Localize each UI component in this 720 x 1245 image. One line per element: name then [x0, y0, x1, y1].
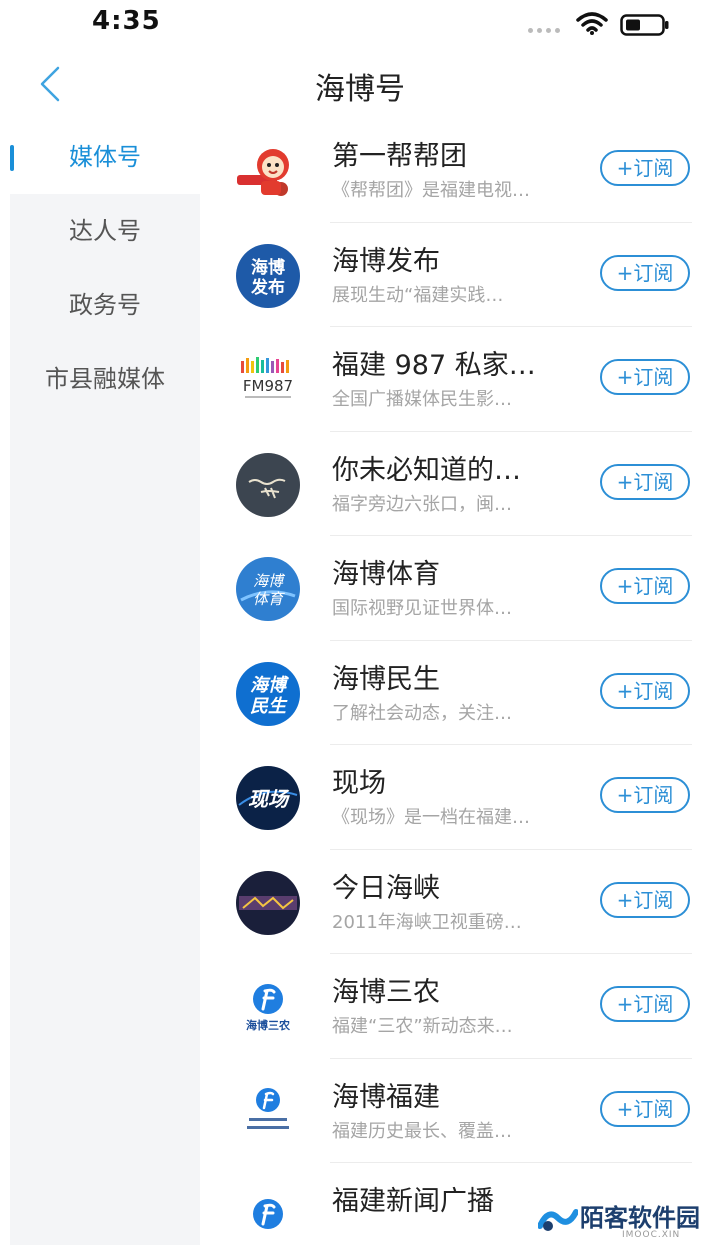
category-sidebar: 媒体号 达人号 政务号 市县融媒体 [10, 120, 200, 1245]
watermark: 陌客软件园 IMOOC.XIN [538, 1198, 708, 1242]
account-title: 今日海峡 [332, 872, 440, 904]
account-title: 海博发布 [332, 245, 440, 277]
haibo-fujian-logo [228, 1079, 308, 1145]
sidebar-item-county-media[interactable]: 市县融媒体 [10, 342, 200, 416]
fm987-logo: FM987 [228, 347, 308, 413]
subscribe-button[interactable]: +订阅 [600, 568, 690, 604]
account-desc: 福字旁边六张口，闽… [332, 493, 512, 515]
subscribe-button[interactable]: +订阅 [600, 150, 690, 186]
signal-dots-icon [528, 28, 564, 34]
account-title: 你未必知道的… [332, 454, 521, 486]
account-desc: 展现生动“福建实践… [332, 284, 504, 306]
logo-text: 海博三农 [246, 1018, 290, 1032]
subscribe-button[interactable]: +订阅 [600, 672, 690, 709]
account-row[interactable]: 海博 发布 海博发布 展现生动“福建实践… +订阅 [200, 223, 720, 327]
account-title: 海博民生 [332, 663, 440, 695]
account-list: 第一帮帮团 《帮帮团》是福建电视… +订阅 海博 发布 海博发布 展现生动“福建… [200, 118, 720, 1245]
subscribe-button[interactable]: +订阅 [600, 1090, 690, 1127]
logo-text: FM987 [243, 377, 293, 395]
account-row[interactable]: 今日海峡 2011年海峡卫视重磅… +订阅 [200, 850, 720, 954]
account-title: 海博三农 [332, 977, 440, 1008]
watermark-text: 陌客软件园 [580, 1203, 700, 1232]
logo-text: 现场 [248, 787, 290, 811]
subscribe-button[interactable]: +订阅 [600, 359, 690, 395]
subscribe-button[interactable]: +订阅 [600, 777, 690, 813]
subscribe-button[interactable]: +订阅 [600, 463, 690, 500]
xianchang-logo: 现场 [228, 765, 308, 831]
logo-text: 体育 [253, 590, 285, 608]
nav-header: 海博号 [0, 50, 720, 120]
account-desc: 2011年海峡卫视重磅… [332, 911, 522, 933]
sidebar-item-label: 达人号 [69, 217, 141, 245]
haibo-sannong-logo: 海博三农 [228, 974, 308, 1040]
haibo-minsheng-logo: 海博 民生 [228, 661, 308, 727]
battery-icon [620, 14, 669, 36]
account-row[interactable]: 海博福建 福建历史最长、覆盖… +订阅 [200, 1059, 720, 1163]
account-desc: 了解社会动态，关注… [332, 702, 512, 724]
active-indicator [10, 145, 14, 171]
wifi-icon [576, 12, 608, 35]
account-desc: 福建“三农”新动态来… [332, 1016, 513, 1037]
watermark-logo-icon [538, 1209, 578, 1231]
account-row[interactable]: FM987 福建 987 私家… 全国广播媒体民生影… +订阅 [200, 327, 720, 432]
account-title: 海博福建 [332, 1081, 440, 1113]
account-desc: 全国广播媒体民生影… [332, 389, 512, 410]
subscribe-button[interactable]: +订阅 [600, 254, 690, 291]
sidebar-item-label: 媒体号 [69, 143, 141, 171]
subscribe-button[interactable]: +订阅 [600, 986, 690, 1022]
fujian-news-radio-logo [228, 1183, 308, 1245]
bangbangtuan-mascot-icon [228, 138, 308, 204]
logo-text: 海博 [250, 675, 289, 696]
logo-text: 海博 [251, 257, 285, 278]
subscribe-button[interactable]: +订阅 [600, 881, 690, 918]
account-desc: 《帮帮团》是福建电视… [332, 180, 530, 201]
jinri-haixia-logo [228, 870, 308, 936]
sidebar-item-label: 政务号 [69, 291, 141, 319]
status-bar: 4:35 [0, 0, 720, 50]
haibo-fabu-logo: 海博 发布 [228, 243, 308, 309]
sidebar-item-influencer[interactable]: 达人号 [10, 194, 200, 268]
sidebar-item-government[interactable]: 政务号 [10, 268, 200, 342]
page-title: 海博号 [315, 72, 405, 107]
account-title: 现场 [332, 768, 386, 799]
fujian-calligraphy-logo [228, 452, 308, 518]
account-desc: 《现场》是一档在福建… [332, 807, 530, 828]
account-desc: 福建历史最长、覆盖… [332, 1120, 512, 1142]
status-time: 4:35 [92, 6, 161, 36]
account-row[interactable]: 你未必知道的… 福字旁边六张口，闽… +订阅 [200, 432, 720, 536]
account-row[interactable]: 海博三农 海博三农 福建“三农”新动态来… +订阅 [200, 954, 720, 1059]
watermark-subtext: IMOOC.XIN [622, 1230, 681, 1240]
sidebar-item-label: 市县融媒体 [45, 365, 165, 393]
account-row[interactable]: 现场 现场 《现场》是一档在福建… +订阅 [200, 745, 720, 850]
account-title: 福建 987 私家… [332, 350, 536, 381]
account-desc: 国际视野见证世界体… [332, 598, 512, 619]
logo-text: 民生 [250, 696, 288, 717]
sidebar-item-media[interactable]: 媒体号 [10, 120, 200, 194]
account-title: 海博体育 [332, 559, 440, 590]
account-row[interactable]: 海博 体育 海博体育 国际视野见证世界体… +订阅 [200, 536, 720, 641]
logo-text: 发布 [250, 277, 285, 298]
logo-text: 海博 [253, 572, 286, 590]
account-row[interactable]: 第一帮帮团 《帮帮团》是福建电视… +订阅 [200, 118, 720, 223]
account-row[interactable]: 海博 民生 海博民生 了解社会动态，关注… +订阅 [200, 641, 720, 745]
haibo-tiyu-logo: 海博 体育 [228, 556, 308, 622]
account-title: 第一帮帮团 [332, 141, 467, 172]
